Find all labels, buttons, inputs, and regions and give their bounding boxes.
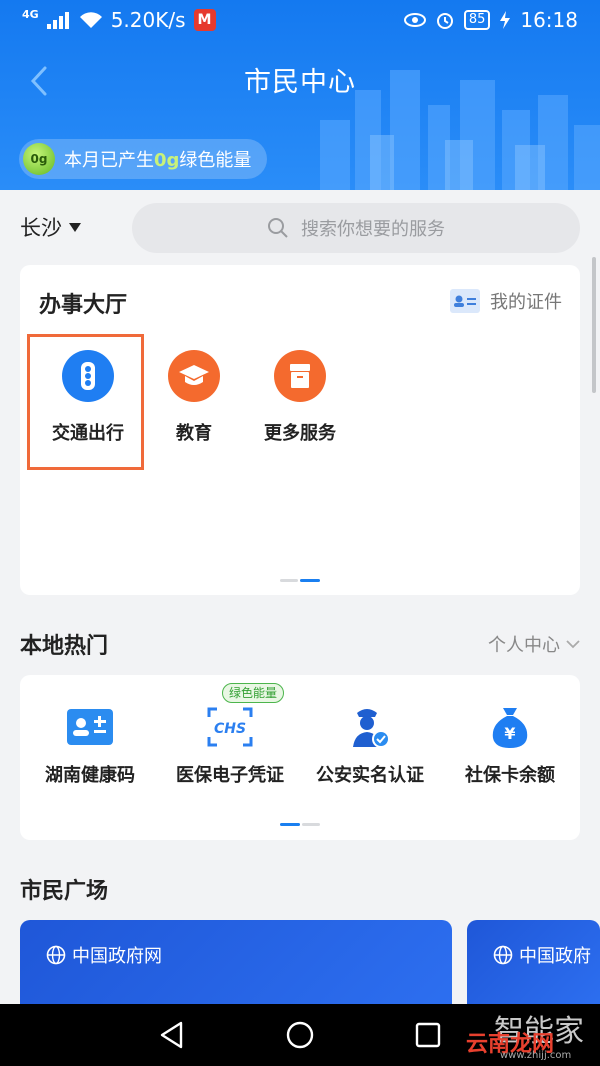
city-selector[interactable]: 长沙 xyxy=(20,212,81,242)
banner-gov-site-2[interactable]: 中国政府 xyxy=(467,920,600,1010)
caret-down-icon xyxy=(69,222,81,232)
nav-back-icon[interactable] xyxy=(157,1020,187,1050)
signal-icon xyxy=(46,12,69,29)
header: 4G 5.20K/s M 85 16:18 市民中心 0g 本月已产生0g绿色能… xyxy=(0,0,600,190)
service-label: 更多服务 xyxy=(264,423,336,444)
nav-home-icon[interactable] xyxy=(285,1020,315,1050)
search-icon xyxy=(268,218,288,238)
my-certificates-link[interactable]: 我的证件 xyxy=(450,288,562,314)
page-indicator xyxy=(280,579,320,582)
green-energy-pill[interactable]: 0g 本月已产生0g绿色能量 xyxy=(19,139,268,179)
search-placeholder: 搜索你想要的服务 xyxy=(301,219,445,240)
citizen-square-title: 市民广场 xyxy=(20,879,109,904)
hall-title: 办事大厅 xyxy=(39,293,128,318)
local-hot-card: 绿色能量 湖南健康码 CHS 医保电子凭证 公安实名认证 ¥ 社保卡余额 xyxy=(20,675,580,840)
watermark-url: www.zhijj.com xyxy=(500,1050,572,1061)
energy-ball-icon: 0g xyxy=(23,143,55,175)
service-hall-card: 办事大厅 我的证件 交通出行 教育 更多服务 xyxy=(20,265,580,595)
charging-icon xyxy=(500,11,511,29)
local-hot-title: 本地热门 xyxy=(20,634,109,659)
service-label: 教育 xyxy=(176,423,212,444)
id-card-icon xyxy=(62,703,118,751)
search-bar[interactable]: 搜索你想要的服务 xyxy=(132,203,580,253)
service-more[interactable]: 更多服务 xyxy=(250,350,350,445)
scrollbar[interactable] xyxy=(592,257,596,393)
network-speed: 5.20K/s xyxy=(110,8,186,32)
hot-label: 社保卡余额 xyxy=(465,765,555,786)
hot-label: 湖南健康码 xyxy=(45,765,135,786)
hot-label: 公安实名认证 xyxy=(316,765,424,786)
globe-icon xyxy=(46,945,66,965)
globe-icon xyxy=(493,945,513,965)
graduation-cap-icon xyxy=(168,350,220,402)
status-bar: 4G 5.20K/s M 85 16:18 xyxy=(0,0,600,40)
svg-text:CHS: CHS xyxy=(214,721,246,737)
metro-app-icon: M xyxy=(193,9,216,31)
svg-text:¥: ¥ xyxy=(504,724,515,743)
police-icon xyxy=(342,703,398,751)
money-bag-icon: ¥ xyxy=(482,703,538,751)
banner-title: 中国政府 xyxy=(519,946,591,967)
page-indicator xyxy=(280,823,320,826)
hot-label: 医保电子凭证 xyxy=(176,765,284,786)
traffic-light-icon xyxy=(62,350,114,402)
my-cert-label: 我的证件 xyxy=(490,292,562,313)
hot-item-health-code[interactable]: 湖南健康码 xyxy=(20,703,160,789)
page-title: 市民中心 xyxy=(244,67,356,98)
banner-gov-site[interactable]: 中国政府网 xyxy=(20,920,452,1010)
service-traffic[interactable]: 交通出行 xyxy=(38,350,138,445)
service-education[interactable]: 教育 xyxy=(144,350,244,445)
hot-item-social-card-balance[interactable]: ¥ 社保卡余额 xyxy=(440,703,580,789)
hot-item-medical-insurance[interactable]: CHS 医保电子凭证 xyxy=(160,703,300,789)
city-name: 长沙 xyxy=(20,216,62,240)
box-icon xyxy=(274,350,326,402)
hot-item-police-verify[interactable]: 公安实名认证 xyxy=(300,703,440,789)
battery-level: 85 xyxy=(463,10,491,30)
personal-center-link[interactable]: 个人中心 xyxy=(488,631,580,657)
chevron-down-icon xyxy=(566,640,580,649)
nav-recents-icon[interactable] xyxy=(413,1020,443,1050)
network-type: 4G xyxy=(22,7,39,21)
system-nav-bar: 智能家 云南龙网 www.zhijj.com xyxy=(0,1004,600,1066)
energy-text: 本月已产生0g绿色能量 xyxy=(64,150,252,171)
clock: 16:18 xyxy=(520,8,578,32)
alarm-icon xyxy=(436,13,453,29)
eye-icon xyxy=(403,13,426,27)
banner-title: 中国政府网 xyxy=(72,946,162,967)
id-card-icon xyxy=(450,289,480,313)
green-energy-badge: 绿色能量 xyxy=(222,683,285,703)
service-label: 交通出行 xyxy=(52,423,124,444)
wifi-icon xyxy=(79,12,102,28)
chs-icon: CHS xyxy=(202,703,258,751)
